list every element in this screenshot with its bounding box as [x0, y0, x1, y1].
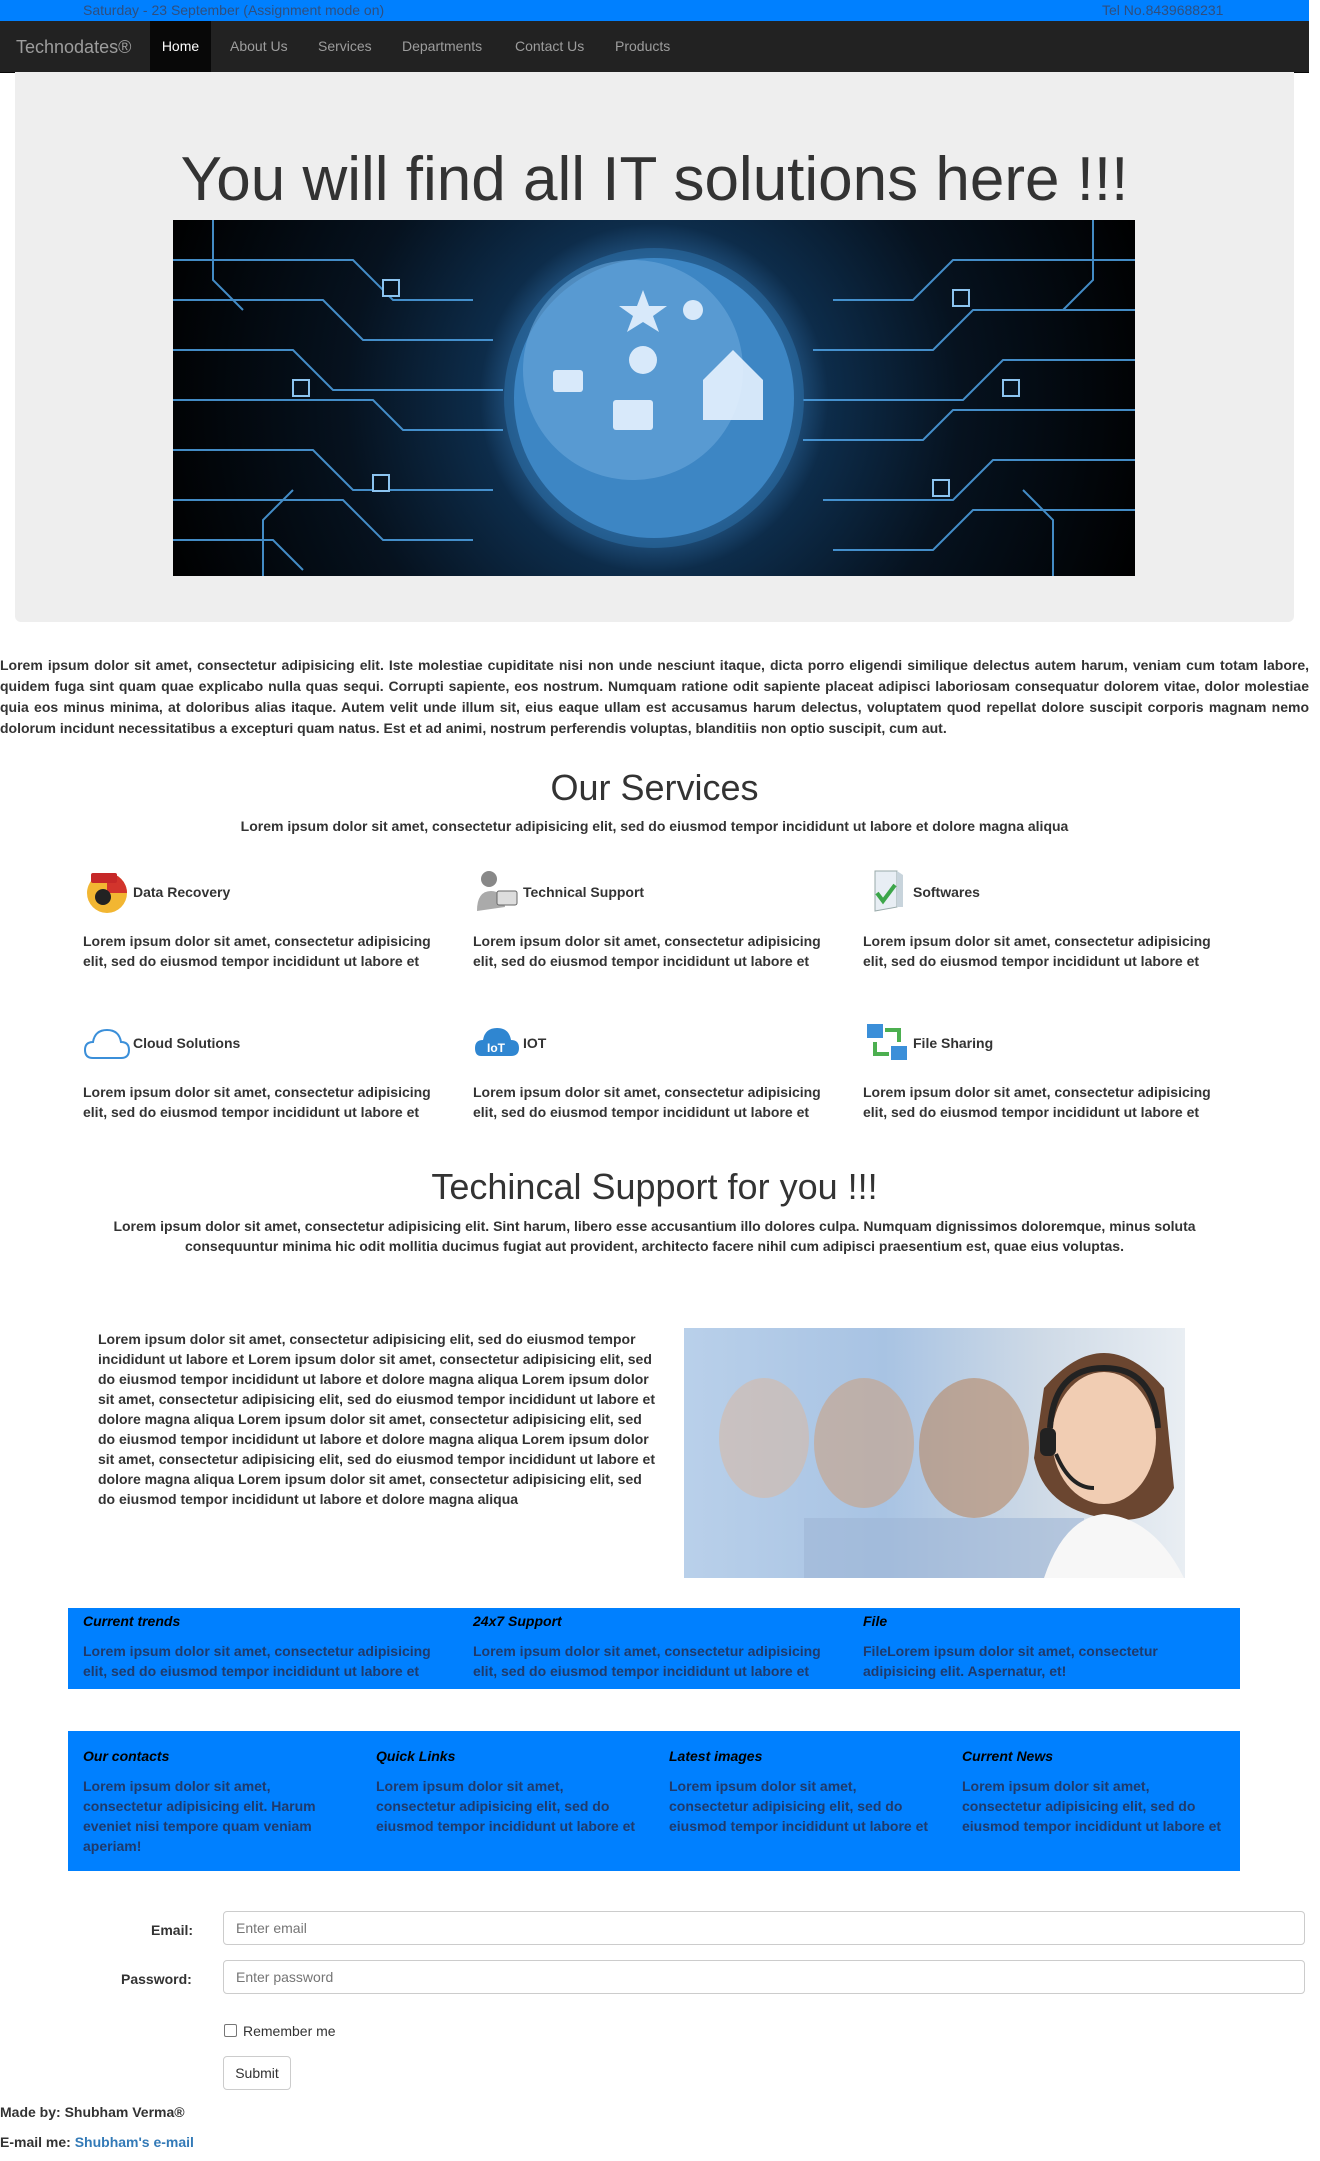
- email-link[interactable]: Shubham's e-mail: [75, 2134, 194, 2150]
- service-name: Data Recovery: [133, 884, 231, 900]
- feature-title: Current trends: [83, 1613, 181, 1629]
- service-description: Lorem ipsum dolor sit amet, consectetur …: [83, 1084, 431, 1120]
- footer-col-contacts: Our contacts Lorem ipsum dolor sit amet,…: [83, 1746, 353, 1856]
- svg-text:IoT: IoT: [487, 1041, 506, 1055]
- support-team-photo: [684, 1328, 1185, 1578]
- services-title: Our Services: [550, 767, 759, 808]
- footer-col-text: Lorem ipsum dolor sit amet, consectetur …: [962, 1778, 1222, 1834]
- remember-me-label[interactable]: Remember me: [243, 2023, 336, 2039]
- footer-col-title: Our contacts: [83, 1748, 170, 1764]
- hero-title: You will find all IT solutions here !!!: [180, 145, 1129, 214]
- feature-current-trends: Current trends Lorem ipsum dolor sit ame…: [83, 1611, 453, 1681]
- nav-item-about-us[interactable]: About Us: [230, 21, 288, 72]
- service-name: Cloud Solutions: [133, 1035, 241, 1051]
- footer-col-latest-images: Latest images Lorem ipsum dolor sit amet…: [669, 1746, 939, 1836]
- made-by-text: Made by: Shubham Verma®: [0, 2104, 185, 2120]
- footer-col-title: Latest images: [669, 1748, 763, 1764]
- nav-item-products[interactable]: Products: [615, 21, 670, 72]
- service-name: IOT: [523, 1035, 547, 1051]
- service-description: Lorem ipsum dolor sit amet, consectetur …: [473, 1084, 821, 1120]
- footer-col-quick-links: Quick Links Lorem ipsum dolor sit amet, …: [376, 1746, 646, 1836]
- feature-title: File: [863, 1613, 888, 1629]
- feature-text: FileLorem ipsum dolor sit amet, consecte…: [863, 1643, 1158, 1679]
- remember-me-checkbox[interactable]: [224, 2024, 237, 2037]
- service-description: Lorem ipsum dolor sit amet, consectetur …: [473, 933, 821, 969]
- feature-file: File FileLorem ipsum dolor sit amet, con…: [863, 1611, 1233, 1681]
- nav-item-services[interactable]: Services: [318, 21, 372, 72]
- technical-support-icon: [477, 871, 518, 911]
- brand-logo[interactable]: Technodates®: [16, 37, 131, 58]
- nav-item-home[interactable]: Home: [150, 21, 211, 72]
- circuit-globe-image: [173, 220, 1135, 576]
- footer-col-title: Current News: [962, 1748, 1054, 1764]
- support-body-text: Lorem ipsum dolor sit amet, consectetur …: [98, 1331, 655, 1507]
- footer-col-title: Quick Links: [376, 1748, 456, 1764]
- support-subtitle: Lorem ipsum dolor sit amet, consectetur …: [113, 1218, 1196, 1254]
- footer-col-text: Lorem ipsum dolor sit amet, consectetur …: [669, 1778, 929, 1834]
- iot-icon: IoT: [475, 1028, 519, 1056]
- footer-links-box: Our contacts Lorem ipsum dolor sit amet,…: [68, 1731, 1240, 1871]
- nav-item-departments[interactable]: Departments: [402, 21, 482, 72]
- feature-text: Lorem ipsum dolor sit amet, consectetur …: [473, 1643, 821, 1679]
- telephone-text: Tel No.8439688231: [1102, 2, 1224, 18]
- hero-jumbotron: You will find all IT solutions here !!!: [15, 72, 1294, 622]
- data-recovery-icon: [87, 873, 127, 913]
- feature-text: Lorem ipsum dolor sit amet, consectetur …: [83, 1643, 431, 1679]
- cloud-icon: [83, 1028, 131, 1059]
- password-field[interactable]: [223, 1960, 1305, 1994]
- intro-paragraph: Lorem ipsum dolor sit amet, consectetur …: [0, 657, 1309, 736]
- footer-col-current-news: Current News Lorem ipsum dolor sit amet,…: [962, 1746, 1232, 1836]
- navbar: Technodates® Home About Us Services Depa…: [0, 21, 1309, 73]
- footer-col-text: Lorem ipsum dolor sit amet, consectetur …: [83, 1778, 316, 1854]
- date-text: Saturday - 23 September (Assignment mode…: [83, 2, 385, 18]
- service-name: Softwares: [913, 884, 980, 900]
- services-subtitle: Lorem ipsum dolor sit amet, consectetur …: [240, 818, 1069, 834]
- service-name: Technical Support: [523, 884, 645, 900]
- service-description: Lorem ipsum dolor sit amet, consectetur …: [863, 933, 1211, 969]
- submit-button[interactable]: Submit: [223, 2056, 291, 2090]
- feature-title: 24x7 Support: [473, 1613, 562, 1629]
- footer-col-text: Lorem ipsum dolor sit amet, consectetur …: [376, 1778, 636, 1834]
- software-box-icon: [874, 870, 903, 912]
- email-credit: E-mail me: Shubham's e-mail: [0, 2134, 194, 2150]
- email-label: Email:: [151, 1922, 194, 1938]
- service-description: Lorem ipsum dolor sit amet, consectetur …: [83, 933, 431, 969]
- features-box: Current trends Lorem ipsum dolor sit ame…: [68, 1608, 1240, 1689]
- nav-item-contact-us[interactable]: Contact Us: [515, 21, 584, 72]
- service-name: File Sharing: [913, 1035, 994, 1051]
- password-label: Password:: [121, 1971, 192, 1987]
- feature-24x7-support: 24x7 Support Lorem ipsum dolor sit amet,…: [473, 1611, 843, 1681]
- email-field[interactable]: [223, 1911, 1305, 1945]
- file-sharing-icon: [867, 1024, 907, 1060]
- service-description: Lorem ipsum dolor sit amet, consectetur …: [863, 1084, 1211, 1120]
- email-credit-label: E-mail me:: [0, 2134, 71, 2150]
- top-info-bar: Saturday - 23 September (Assignment mode…: [0, 0, 1309, 21]
- support-title: Techincal Support for you !!!: [431, 1166, 878, 1207]
